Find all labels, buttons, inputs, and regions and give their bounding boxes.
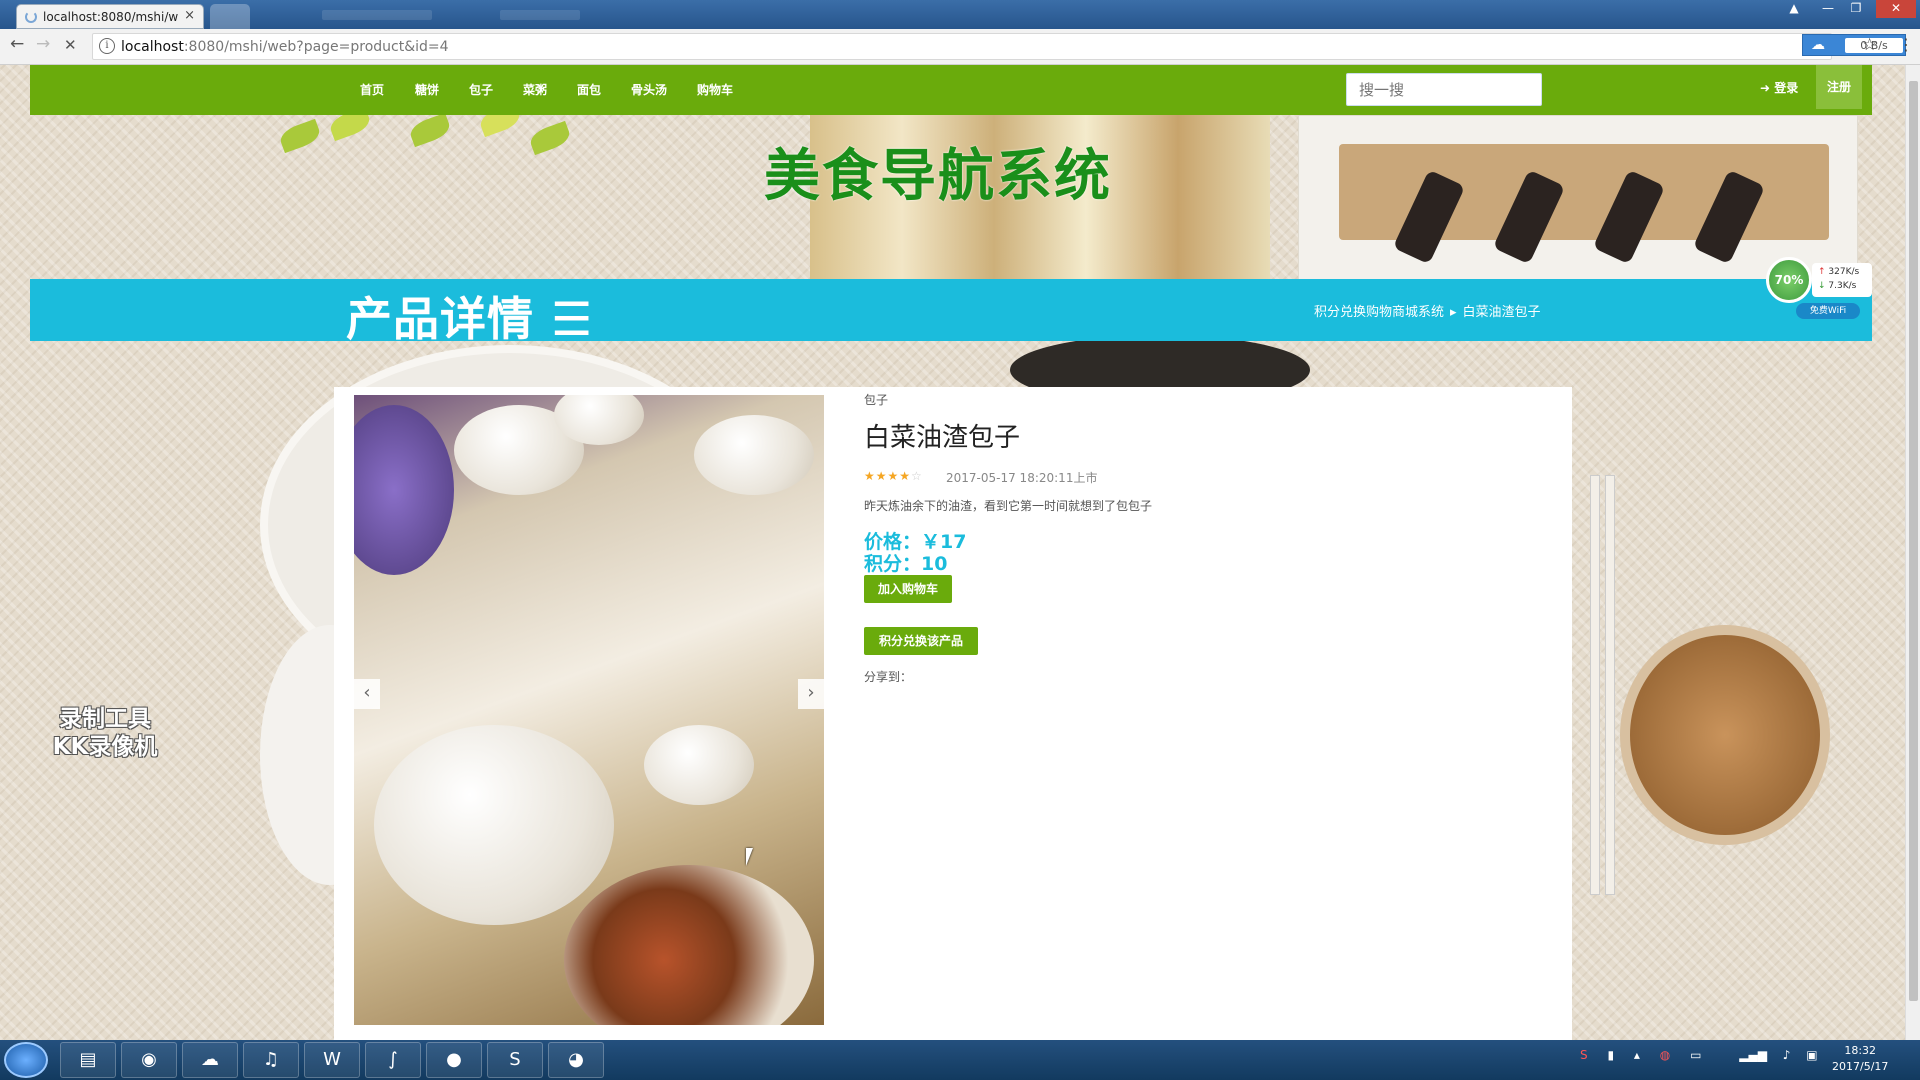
browser-tab-strip: localhost:8080/mshi/w × ▲ — ❐ ✕ bbox=[0, 0, 1920, 29]
release-date: 2017-05-17 18:20:11上市 bbox=[946, 471, 1098, 485]
cloud-icon: ☁ bbox=[1811, 37, 1825, 53]
taskbar-clock[interactable]: 18:32 2017/5/17 bbox=[1832, 1043, 1888, 1075]
battery-icon[interactable]: ▮ bbox=[1607, 1048, 1614, 1062]
page-title: 产品详情 ☰ bbox=[346, 292, 594, 346]
browser-menu-icon[interactable]: ⋮ bbox=[1898, 35, 1914, 54]
blurred-tab-ghost bbox=[322, 10, 432, 20]
system-tray: S ▮ ▴ ◍ ▭ ▂▄▆ ♪ ▣ bbox=[1580, 1048, 1818, 1072]
netease-music-icon[interactable]: ♫ bbox=[243, 1042, 299, 1078]
user-icon[interactable]: ▲ bbox=[1780, 0, 1808, 18]
product-category[interactable]: 包子 bbox=[864, 391, 888, 408]
new-tab-button[interactable] bbox=[210, 4, 250, 29]
breadcrumb-current: 白菜油渣包子 bbox=[1462, 305, 1541, 320]
browser-toolbar: ← → ✕ i localhost:8080/mshi/web?page=pro… bbox=[0, 29, 1920, 65]
maximize-icon[interactable]: ❐ bbox=[1842, 0, 1870, 18]
nav-link-bone-soup[interactable]: 骨头汤 bbox=[631, 81, 667, 98]
volume-icon[interactable]: ♪ bbox=[1783, 1048, 1791, 1062]
site-title: 美食导航系统 bbox=[764, 144, 1112, 209]
nav-link-cart[interactable]: 购物车 bbox=[697, 81, 733, 98]
ime-icon[interactable]: S bbox=[1580, 1048, 1588, 1062]
search-input[interactable] bbox=[1346, 73, 1542, 106]
address-url[interactable]: localhost:8080/mshi/web?page=product&id=… bbox=[121, 39, 449, 55]
security-icon[interactable]: ◍ bbox=[1660, 1048, 1670, 1062]
wifi-badge: 免费WiFi bbox=[1796, 303, 1860, 319]
mouse-cursor-icon bbox=[746, 848, 760, 866]
product-name: 白菜油渣包子 bbox=[864, 423, 1021, 453]
chopstick-decoration bbox=[1605, 475, 1615, 895]
product-panel: ‹ › 包子 白菜油渣包子 ★★★★☆ 2017-05-17 18:20:11上… bbox=[334, 387, 1572, 1040]
loading-icon bbox=[25, 11, 37, 23]
redeem-points-button[interactable]: 积分兑换该产品 bbox=[864, 627, 978, 655]
tab-title: localhost:8080/mshi/w bbox=[43, 10, 179, 24]
nav-link-bread[interactable]: 面包 bbox=[577, 81, 601, 98]
download-arrow-icon: ↓ bbox=[1818, 281, 1826, 291]
address-bar[interactable]: i localhost:8080/mshi/web?page=product&i… bbox=[92, 33, 1906, 60]
blurred-tab-ghost bbox=[500, 10, 580, 20]
chrome-icon[interactable]: ◉ bbox=[121, 1042, 177, 1078]
download-speed-widget[interactable]: ☁ 0 B/s bbox=[1802, 34, 1906, 56]
star-rating: ★★★★☆ bbox=[864, 469, 923, 483]
recorder-watermark: 录制工具 KK录像机 bbox=[52, 706, 158, 760]
tab-close-icon[interactable]: × bbox=[184, 8, 195, 23]
breadcrumb: 积分兑换购物商城系统 ▸ 白菜油渣包子 bbox=[1314, 301, 1541, 320]
nav-link-buns[interactable]: 包子 bbox=[469, 81, 493, 98]
rice-bowl-decoration bbox=[1620, 625, 1830, 845]
network-signal-icon[interactable]: ▂▄▆ bbox=[1739, 1048, 1767, 1062]
site-navbar: 首页 糖饼 包子 菜粥 面包 骨头汤 购物车 ➜ 登录 注册 bbox=[30, 65, 1872, 115]
nav-link-congee[interactable]: 菜粥 bbox=[523, 81, 547, 98]
baidu-cloud-icon[interactable]: ☁ bbox=[182, 1042, 238, 1078]
clipboard-icon[interactable]: ▭ bbox=[1690, 1048, 1701, 1062]
tray-expand-icon[interactable]: ▴ bbox=[1634, 1048, 1640, 1062]
page-scrollbar[interactable] bbox=[1905, 65, 1920, 1040]
add-to-cart-button[interactable]: 加入购物车 bbox=[864, 575, 952, 603]
page-viewport: 首页 糖饼 包子 菜粥 面包 骨头汤 购物车 ➜ 登录 注册 美食导航系统 产品… bbox=[0, 65, 1905, 1040]
recorder-app-icon[interactable]: ◕ bbox=[548, 1042, 604, 1078]
login-link[interactable]: ➜ 登录 bbox=[1760, 79, 1798, 96]
nav-link-sugar-cake[interactable]: 糖饼 bbox=[415, 81, 439, 98]
forward-icon[interactable]: → bbox=[36, 34, 50, 54]
back-icon[interactable]: ← bbox=[10, 34, 24, 54]
monitor-icon[interactable]: ▣ bbox=[1806, 1048, 1817, 1062]
share-label: 分享到： bbox=[864, 670, 913, 684]
sublime-text-icon[interactable]: S bbox=[487, 1042, 543, 1078]
word-processor-icon[interactable]: W bbox=[304, 1042, 360, 1078]
page-title-bar: 产品详情 ☰ 积分兑换购物商城系统 ▸ 白菜油渣包子 bbox=[30, 279, 1872, 346]
register-button[interactable]: 注册 bbox=[1816, 65, 1862, 109]
start-button[interactable] bbox=[4, 1042, 48, 1078]
green-app-icon[interactable]: ● bbox=[426, 1042, 482, 1078]
login-icon: ➜ bbox=[1760, 81, 1775, 95]
flower-decoration bbox=[354, 405, 454, 575]
window-close-icon[interactable]: ✕ bbox=[1876, 0, 1916, 18]
bun-filling bbox=[564, 865, 814, 1025]
network-percent: 70% bbox=[1766, 257, 1812, 303]
hamburger-icon[interactable]: ☰ bbox=[551, 292, 593, 346]
stop-reload-icon[interactable]: ✕ bbox=[64, 36, 77, 54]
site-info-icon[interactable]: i bbox=[99, 38, 115, 54]
upload-arrow-icon: ↑ bbox=[1818, 267, 1826, 277]
chopstick-decoration bbox=[1590, 475, 1600, 895]
windows-taskbar: ▤ ◉ ☁ ♫ W ∫ ● S ◕ S ▮ ▴ ◍ ▭ ▂▄▆ ♪ ▣ 18:3… bbox=[0, 1040, 1920, 1080]
nav-link-home[interactable]: 首页 bbox=[360, 81, 384, 98]
carousel-next-button[interactable]: › bbox=[798, 679, 824, 709]
product-description: 昨天炼油余下的油渣，看到它第一时间就想到了包包子 bbox=[864, 499, 1153, 513]
product-points: 积分：10 bbox=[864, 553, 948, 575]
minimize-icon[interactable]: — bbox=[1814, 0, 1842, 18]
chevron-right-icon: ▸ bbox=[1450, 305, 1457, 320]
bookmark-star-icon[interactable]: ☆ bbox=[1862, 35, 1877, 55]
browser-tab[interactable]: localhost:8080/mshi/w × bbox=[16, 4, 204, 29]
breadcrumb-link[interactable]: 积分兑换购物商城系统 bbox=[1314, 305, 1444, 320]
eclipse-icon[interactable]: ∫ bbox=[365, 1042, 421, 1078]
network-speeds: ↑ 327K/s ↓ 7.3K/s bbox=[1812, 263, 1872, 297]
carousel-prev-button[interactable]: ‹ bbox=[354, 679, 380, 709]
network-monitor-widget[interactable]: 70% ↑ 327K/s ↓ 7.3K/s 免费WiFi bbox=[1766, 257, 1872, 321]
file-explorer-icon[interactable]: ▤ bbox=[60, 1042, 116, 1078]
product-image-carousel[interactable]: ‹ › bbox=[354, 395, 824, 1025]
